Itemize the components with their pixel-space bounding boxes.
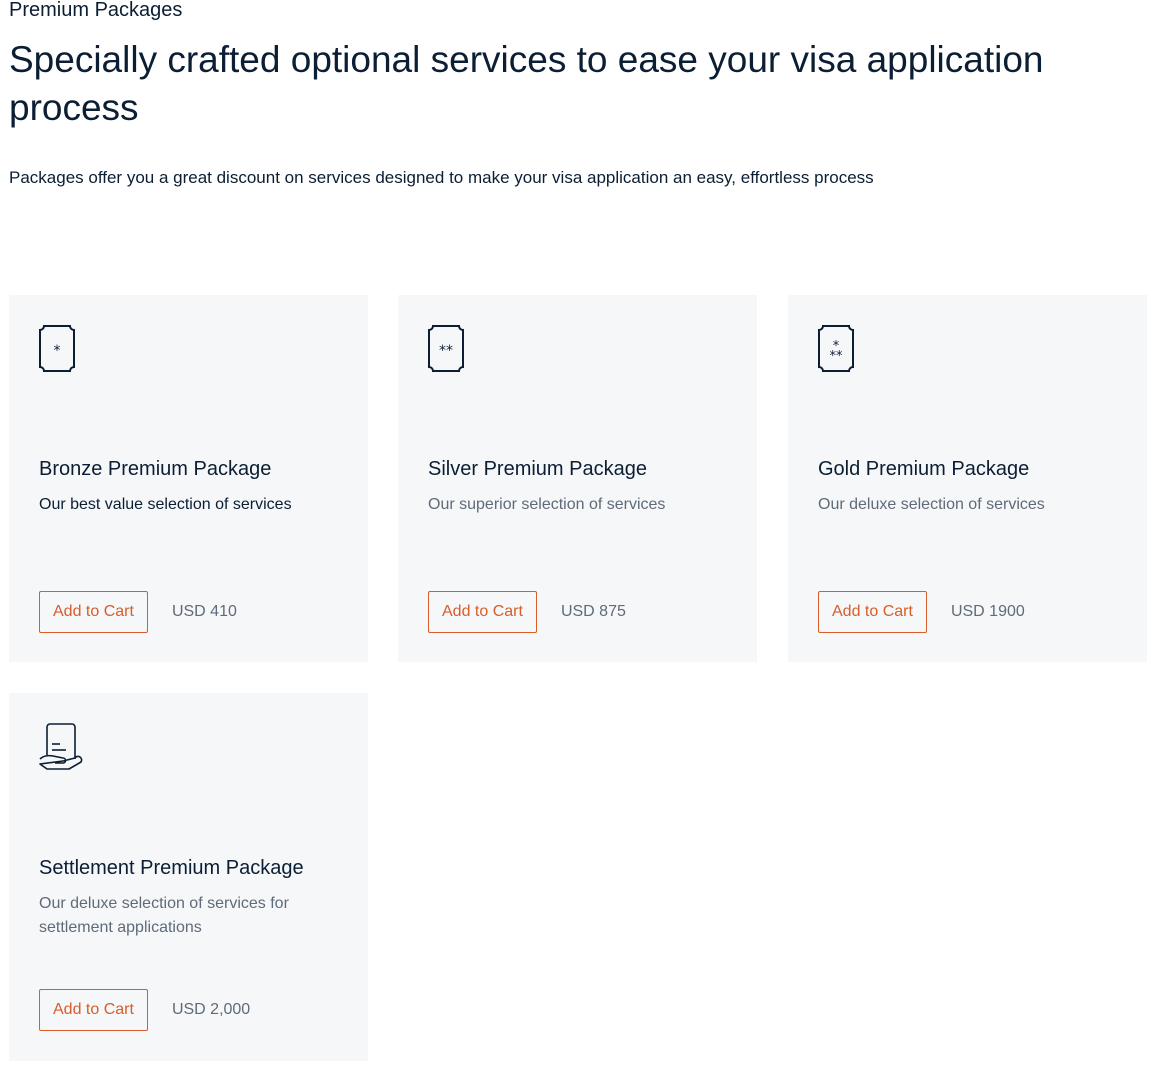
package-card-settlement: Settlement Premium Package Our deluxe se… xyxy=(9,693,368,1061)
add-to-cart-button[interactable]: Add to Cart xyxy=(818,591,927,633)
svg-text:**: ** xyxy=(439,343,453,359)
package-price: USD 410 xyxy=(171,603,237,620)
document-in-hand-icon xyxy=(39,723,83,770)
three-star-badge-icon: * ** xyxy=(818,325,854,372)
package-actions: Add to Cart USD 2,000 xyxy=(39,989,250,1031)
package-title: Silver Premium Package xyxy=(428,458,647,480)
package-description: Our deluxe selection of services for set… xyxy=(39,895,289,936)
svg-text:*: * xyxy=(54,343,61,359)
package-description: Our best value selection of services xyxy=(39,496,292,513)
package-card-gold: * ** Gold Premium Package Our deluxe sel… xyxy=(788,295,1147,662)
package-description: Our superior selection of services xyxy=(428,496,666,513)
one-star-badge-icon: * xyxy=(39,325,75,372)
svg-text:**: ** xyxy=(830,349,844,364)
add-to-cart-button[interactable]: Add to Cart xyxy=(39,591,148,633)
package-title: Bronze Premium Package xyxy=(39,458,272,480)
two-star-badge-icon: ** xyxy=(428,325,464,372)
section-eyebrow: Premium Packages xyxy=(9,0,183,21)
package-title: Gold Premium Package xyxy=(818,458,1030,480)
package-actions: Add to Cart USD 1900 xyxy=(818,591,1025,633)
add-to-cart-button[interactable]: Add to Cart xyxy=(39,989,148,1031)
package-card-bronze: * Bronze Premium Package Our best value … xyxy=(9,295,368,662)
package-price: USD 1900 xyxy=(950,603,1025,620)
package-price: USD 2,000 xyxy=(171,1001,251,1018)
package-description: Our deluxe selection of services xyxy=(818,496,1045,513)
package-actions: Add to Cart USD 410 xyxy=(39,591,237,633)
package-card-silver: ** Silver Premium Package Our superior s… xyxy=(398,295,757,662)
package-price: USD 875 xyxy=(560,603,626,620)
add-to-cart-button[interactable]: Add to Cart xyxy=(428,591,537,633)
intro-text: Packages offer you a great discount on s… xyxy=(9,168,874,187)
package-title: Settlement Premium Package xyxy=(39,857,304,879)
package-actions: Add to Cart USD 875 xyxy=(428,591,626,633)
page-title: Specially crafted optional services to e… xyxy=(9,39,1044,128)
